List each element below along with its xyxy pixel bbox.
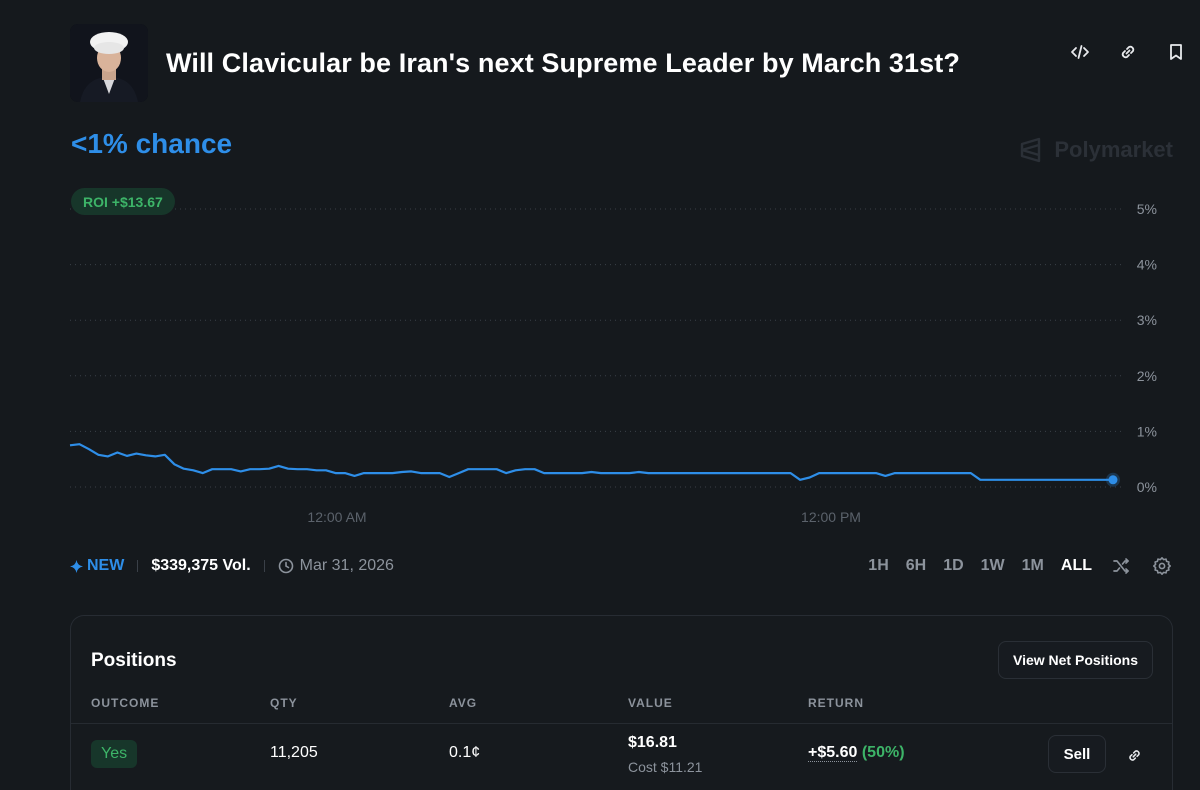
end-date-label: Mar 31, 2026 — [299, 557, 394, 574]
roi-badge: ROI +$13.67 — [71, 188, 175, 215]
link-icon — [1128, 749, 1140, 761]
range-6h[interactable]: 6H — [906, 557, 926, 575]
bookmark-icon — [1170, 44, 1182, 60]
brand-name: Polymarket — [1054, 137, 1173, 162]
cost-cell: Cost $11.21 — [628, 759, 703, 775]
sell-button[interactable]: Sell — [1048, 735, 1106, 773]
gear-icon — [1153, 557, 1171, 575]
meta-divider — [137, 560, 139, 572]
column-header-return: RETURN — [808, 696, 864, 710]
y-tick-label: 1% — [1137, 423, 1157, 439]
new-badge: NEW — [70, 557, 124, 575]
range-1m[interactable]: 1M — [1022, 557, 1044, 575]
market-meta: NEW $339,375 Vol. Mar 31, 2026 — [70, 556, 394, 576]
time-range-selector: 1H 6H 1D 1W 1M ALL — [851, 554, 1174, 578]
avg-cell: 0.1¢ — [449, 744, 481, 761]
chart-settings-button[interactable] — [1150, 554, 1174, 578]
copy-link-button[interactable] — [1116, 40, 1140, 64]
bookmark-button[interactable] — [1164, 40, 1188, 64]
position-link-button[interactable] — [1123, 744, 1145, 766]
x-tick-label: 12:00 AM — [307, 509, 366, 525]
end-date: Mar 31, 2026 — [278, 557, 394, 575]
price-chart[interactable]: 5% 4% 3% 2% 1% 0% 12:00 AM 12:00 PM — [0, 190, 1200, 530]
series-line — [69, 443, 1113, 481]
brand-watermark: Polymarket — [1019, 137, 1173, 163]
range-1w[interactable]: 1W — [981, 557, 1005, 575]
new-label: NEW — [87, 557, 125, 574]
table-divider — [71, 723, 1172, 724]
column-header-avg: AVG — [449, 696, 478, 710]
column-header-value: VALUE — [628, 696, 673, 710]
y-tick-label: 5% — [1137, 201, 1157, 217]
market-header: Will Clavicular be Iran's next Supreme L… — [70, 24, 1172, 102]
y-tick-label: 3% — [1137, 312, 1157, 328]
chance-label: <1% chance — [71, 128, 233, 159]
qty-cell: 11,205 — [270, 744, 318, 761]
meta-divider — [263, 560, 265, 572]
y-tick-label: 0% — [1137, 479, 1157, 495]
volume-label: $339,375 Vol. — [151, 557, 251, 574]
link-icon — [1121, 45, 1135, 59]
column-header-outcome: OUTCOME — [91, 696, 160, 710]
x-tick-label: 12:00 PM — [801, 509, 861, 525]
compare-button[interactable] — [1109, 554, 1133, 578]
embed-button[interactable] — [1068, 40, 1092, 64]
market-title: Will Clavicular be Iran's next Supreme L… — [166, 47, 960, 78]
value-cell: $16.81 — [628, 734, 677, 751]
y-tick-label: 4% — [1137, 257, 1157, 273]
header-actions — [1068, 24, 1188, 64]
range-all[interactable]: ALL — [1061, 557, 1092, 575]
y-tick-label: 2% — [1137, 368, 1157, 384]
sparkle-icon — [70, 559, 83, 573]
polymarket-logo-icon — [1021, 137, 1041, 163]
range-1h[interactable]: 1H — [868, 557, 888, 575]
shuffle-icon — [1113, 558, 1129, 574]
market-page: Will Clavicular be Iran's next Supreme L… — [0, 0, 1200, 790]
market-image — [70, 24, 148, 102]
range-1d[interactable]: 1D — [943, 557, 963, 575]
return-amount[interactable]: +$5.60 — [808, 744, 858, 762]
code-embed-icon — [1071, 45, 1089, 59]
view-net-positions-button[interactable]: View Net Positions — [998, 641, 1153, 679]
positions-card: Positions View Net Positions OUTCOME QTY… — [70, 615, 1173, 790]
return-percent: (50%) — [861, 744, 905, 761]
column-header-qty: QTY — [270, 696, 298, 710]
positions-title: Positions — [91, 650, 177, 671]
return-cell: +$5.60 (50%) — [808, 744, 905, 762]
clock-icon — [278, 558, 293, 574]
outcome-badge: Yes — [91, 740, 138, 768]
last-point-marker — [1108, 475, 1118, 485]
